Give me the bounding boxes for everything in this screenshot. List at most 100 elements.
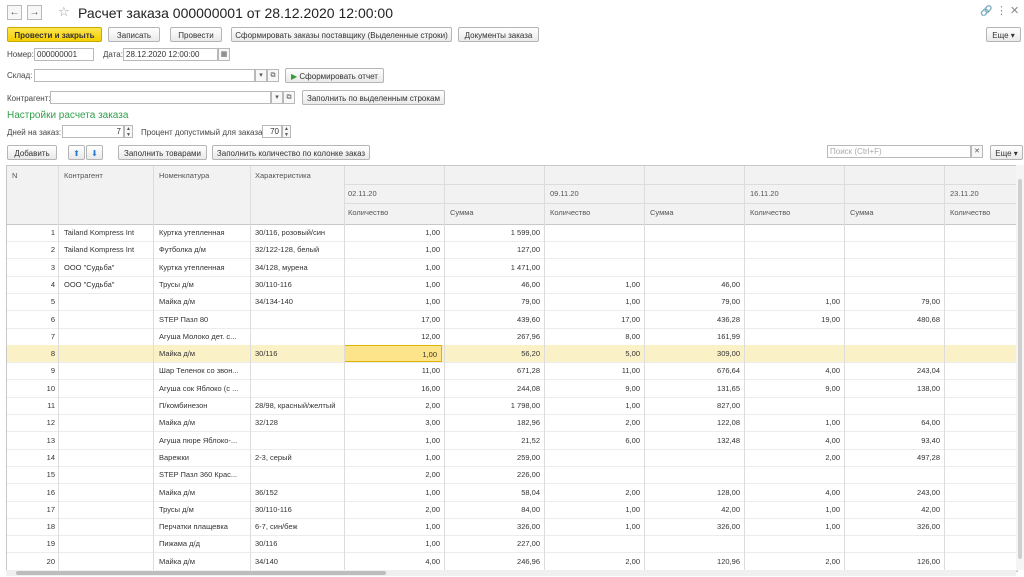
sub-sum-1[interactable]: Сумма (450, 208, 474, 217)
cell-n[interactable]: 4 (7, 276, 55, 293)
sub-qty-2[interactable]: Количество (550, 208, 590, 217)
cell-q1[interactable]: 2,00 (344, 501, 440, 518)
table-row[interactable]: 4 ООО "Судьба" Трусы д/м 30/110-116 1,00 46,0… (7, 276, 1017, 294)
form-orders-button[interactable]: Сформировать заказы поставщику (Выделенн… (231, 27, 452, 42)
cell-q4[interactable] (944, 241, 1014, 258)
cell-n[interactable]: 16 (7, 484, 55, 501)
menu-icon[interactable]: ⋮ (996, 4, 1007, 17)
cell-q2[interactable] (544, 449, 640, 466)
cell-q3[interactable]: 1,00 (744, 501, 840, 518)
table-row[interactable]: 5 Майка д/м 34/134-140 1,00 79,00 1,00 79,00 1,… (7, 293, 1017, 312)
cell-cp[interactable] (64, 535, 154, 552)
number-field[interactable]: 000000001 (34, 48, 94, 61)
table-row[interactable]: 15 STEP Пазл 360 Крас... 2,00 226,00 (7, 466, 1017, 485)
cell-q4[interactable] (944, 449, 1014, 466)
cell-ch[interactable]: 30/116 (255, 345, 345, 362)
cell-cp[interactable] (64, 311, 154, 328)
cell-ch[interactable] (255, 328, 345, 345)
cell-ch[interactable]: 30/116 (255, 535, 345, 552)
cell-q3[interactable] (744, 224, 840, 241)
cell-q2[interactable]: 1,00 (544, 397, 640, 414)
cell-q1[interactable]: 11,00 (344, 362, 440, 379)
cell-s3[interactable] (844, 259, 940, 276)
cell-q2[interactable]: 1,00 (544, 293, 640, 310)
cell-item[interactable]: STEP Пазл 80 (159, 311, 249, 328)
cell-n[interactable]: 6 (7, 311, 55, 328)
cell-q3[interactable] (744, 345, 840, 362)
cell-s3[interactable] (844, 466, 940, 483)
cell-cp[interactable] (64, 362, 154, 379)
cell-s2[interactable]: 122,08 (644, 414, 740, 431)
cell-q2[interactable] (544, 466, 640, 483)
sub-qty-3[interactable]: Количество (750, 208, 790, 217)
cell-n[interactable]: 17 (7, 501, 55, 518)
cell-item[interactable]: Пижама д/д (159, 535, 249, 552)
cell-ch[interactable]: 34/140 (255, 553, 345, 570)
cell-item[interactable]: Майка д/м (159, 484, 249, 501)
cell-cp[interactable] (64, 432, 154, 449)
fill-goods-button[interactable]: Заполнить товарами (118, 145, 207, 160)
cell-q3[interactable]: 2,00 (744, 553, 840, 570)
cell-n[interactable]: 13 (7, 432, 55, 449)
cell-n[interactable]: 15 (7, 466, 55, 483)
cell-ch[interactable]: 32/122-128, белый (255, 241, 345, 258)
cell-q1[interactable]: 1,00 (344, 449, 440, 466)
cell-s3[interactable]: 480,68 (844, 311, 940, 328)
cell-q3[interactable]: 1,00 (744, 293, 840, 310)
save-button[interactable]: Записать (108, 27, 160, 42)
horizontal-scrollbar[interactable] (6, 570, 1016, 576)
table-row[interactable]: 16 Майка д/м 36/152 1,00 58,04 2,00 128,00 4,00… (7, 484, 1017, 502)
move-down-button[interactable]: ⬇ (86, 145, 103, 160)
make-report-button[interactable]: ▶ Сформировать отчет (285, 68, 384, 83)
cell-q1[interactable]: 1,00 (344, 484, 440, 501)
cell-q4[interactable] (944, 414, 1014, 431)
cell-ch[interactable] (255, 432, 345, 449)
cell-n[interactable]: 12 (7, 414, 55, 431)
cell-s3[interactable]: 42,00 (844, 501, 940, 518)
cell-item[interactable]: Майка д/м (159, 414, 249, 431)
cell-ch[interactable] (255, 311, 345, 328)
cell-n[interactable]: 11 (7, 397, 55, 414)
cell-item[interactable]: Агуша пюре Яблоко-... (159, 432, 249, 449)
cell-item[interactable]: П/комбинезон (159, 397, 249, 414)
cell-q3[interactable]: 9,00 (744, 380, 840, 397)
cell-s1[interactable]: 182,96 (444, 414, 540, 431)
cell-q3[interactable] (744, 328, 840, 345)
sub-qty-1[interactable]: Количество (348, 208, 388, 217)
vertical-scrollbar[interactable] (1016, 165, 1024, 570)
cell-cp[interactable] (64, 501, 154, 518)
cell-q1[interactable]: 1,00 (344, 432, 440, 449)
cell-s2[interactable]: 827,00 (644, 397, 740, 414)
cell-ch[interactable]: 28/98, красный/желтый (255, 397, 345, 414)
cell-q1[interactable]: 4,00 (344, 553, 440, 570)
cell-q4[interactable] (944, 311, 1014, 328)
cell-s3[interactable]: 126,00 (844, 553, 940, 570)
cell-item[interactable]: Куртка утепленная (159, 224, 249, 241)
cell-q3[interactable] (744, 259, 840, 276)
cell-n[interactable]: 14 (7, 449, 55, 466)
cell-n[interactable]: 5 (7, 293, 55, 310)
cell-s2[interactable]: 131,65 (644, 380, 740, 397)
cell-cp[interactable] (64, 397, 154, 414)
more-button[interactable]: Еще ▾ (986, 27, 1021, 42)
cell-s1[interactable]: 439,60 (444, 311, 540, 328)
table-row[interactable]: 12 Майка д/м 32/128 3,00 182,96 2,00 122,08 1,0… (7, 414, 1017, 433)
cell-s1[interactable]: 226,00 (444, 466, 540, 483)
cell-cp[interactable]: Tailand Kompress Int (64, 224, 154, 241)
counterparty-open-icon[interactable]: ⧉ (283, 91, 295, 104)
cell-s3[interactable]: 79,00 (844, 293, 940, 310)
cell-q2[interactable]: 8,00 (544, 328, 640, 345)
cell-s2[interactable]: 46,00 (644, 276, 740, 293)
cell-q1[interactable]: 2,00 (344, 466, 440, 483)
cell-s1[interactable]: 246,96 (444, 553, 540, 570)
cell-q1[interactable]: 1,00 (344, 259, 440, 276)
cell-ch[interactable]: 36/152 (255, 484, 345, 501)
cell-s3[interactable] (844, 224, 940, 241)
horizontal-scroll-thumb[interactable] (16, 571, 386, 575)
close-icon[interactable]: ✕ (1010, 4, 1019, 17)
table-row[interactable]: 19 Пижама д/д 30/116 1,00 227,00 (7, 535, 1017, 554)
percent-stepper[interactable]: ▲ ▼ (282, 125, 291, 138)
cell-q1[interactable]: 1,00 (344, 518, 440, 535)
table-row[interactable]: 17 Трусы д/м 30/110-116 2,00 84,00 1,00 42,00 1… (7, 501, 1017, 519)
cell-q4[interactable] (944, 397, 1014, 414)
